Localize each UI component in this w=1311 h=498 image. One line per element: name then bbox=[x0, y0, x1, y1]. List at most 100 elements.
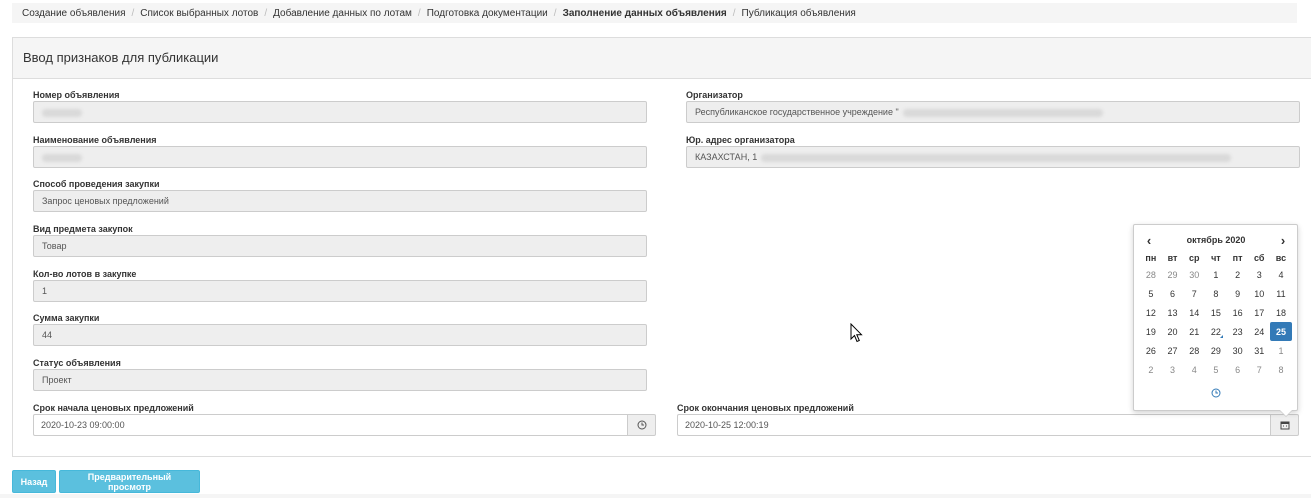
organizer-address-field[interactable]: КАЗАХСТАН, 1 bbox=[686, 146, 1300, 168]
day-cell[interactable]: 1 bbox=[1270, 341, 1292, 360]
day-cell[interactable]: 30 bbox=[1227, 341, 1249, 360]
announcement-name-field[interactable] bbox=[33, 146, 647, 168]
start-date-clock-button[interactable] bbox=[628, 414, 656, 436]
organizer-address-label: Юр. адрес организатора bbox=[686, 135, 795, 145]
breadcrumb-separator: / bbox=[264, 7, 268, 19]
end-date-calendar-button[interactable] bbox=[1271, 414, 1299, 436]
organizer-address-value: КАЗАХСТАН, 1 bbox=[695, 152, 758, 162]
day-cell[interactable]: 25 bbox=[1270, 322, 1292, 341]
datepicker-prev-button[interactable]: ‹ bbox=[1140, 233, 1158, 248]
day-cell[interactable]: 5 bbox=[1205, 360, 1227, 379]
day-cell[interactable]: 2 bbox=[1140, 360, 1162, 379]
datepicker-time-toggle[interactable] bbox=[1134, 388, 1297, 398]
day-cell[interactable]: 14 bbox=[1183, 303, 1205, 322]
day-cell[interactable]: 3 bbox=[1162, 360, 1184, 379]
start-date-group: Срок начала ценовых предложений bbox=[33, 403, 656, 436]
breadcrumb-item-documentation[interactable]: Подготовка документации bbox=[427, 8, 548, 19]
day-cell[interactable]: 7 bbox=[1183, 284, 1205, 303]
day-cell[interactable]: 16 bbox=[1227, 303, 1249, 322]
day-cell[interactable]: 29 bbox=[1162, 265, 1184, 284]
end-date-input[interactable] bbox=[677, 414, 1271, 436]
breadcrumb-item-selected-lots[interactable]: Список выбранных лотов bbox=[140, 8, 258, 19]
breadcrumb-item-create[interactable]: Создание объявления bbox=[22, 8, 126, 19]
back-button[interactable]: Назад bbox=[12, 470, 56, 493]
start-date-label: Срок начала ценовых предложений bbox=[33, 403, 194, 413]
day-cell[interactable]: 7 bbox=[1248, 360, 1270, 379]
organizer-group: Организатор Республиканское государствен… bbox=[686, 90, 1300, 123]
preview-button[interactable]: Предварительный просмотр bbox=[59, 470, 200, 493]
status-label: Статус объявления bbox=[33, 358, 121, 368]
organizer-value: Республиканское государственное учрежден… bbox=[695, 107, 899, 117]
organizer-address-group: Юр. адрес организатора КАЗАХСТАН, 1 bbox=[686, 135, 1300, 168]
day-cell[interactable]: 28 bbox=[1183, 341, 1205, 360]
weekday-label: ср bbox=[1188, 253, 1200, 263]
day-cell[interactable]: 6 bbox=[1162, 284, 1184, 303]
datepicker-next-button[interactable]: › bbox=[1274, 233, 1292, 248]
weekday-label: пт bbox=[1232, 253, 1243, 263]
redacted-value bbox=[42, 108, 82, 117]
day-cell[interactable]: 30 bbox=[1183, 265, 1205, 284]
datepicker-days-grid: пн вт ср чт пт сб вс 28 29 30 1 2 3 4 5 6 7 8 9 10 11… bbox=[1140, 251, 1292, 379]
day-cell[interactable]: 17 bbox=[1248, 303, 1270, 322]
day-cell[interactable]: 20 bbox=[1162, 322, 1184, 341]
day-cell[interactable]: 11 bbox=[1270, 284, 1292, 303]
breadcrumb-separator: / bbox=[417, 7, 421, 19]
status-group: Статус объявления Проект bbox=[33, 358, 647, 391]
weekday-label: чт bbox=[1211, 253, 1221, 263]
day-cell[interactable]: 4 bbox=[1270, 265, 1292, 284]
breadcrumb-separator: / bbox=[131, 7, 135, 19]
datepicker-popup: ‹ октябрь 2020 › пн вт ср чт пт сб вс 28… bbox=[1133, 224, 1298, 417]
day-cell[interactable]: 9 bbox=[1227, 284, 1249, 303]
start-date-input[interactable] bbox=[33, 414, 628, 436]
weekday-label: сб bbox=[1254, 253, 1265, 263]
status-field[interactable]: Проект bbox=[33, 369, 647, 391]
week-row: 5 6 7 8 9 10 11 bbox=[1140, 284, 1292, 303]
lots-count-field[interactable]: 1 bbox=[33, 280, 647, 302]
datepicker-month-label[interactable]: октябрь 2020 bbox=[1187, 235, 1246, 245]
day-cell[interactable]: 2 bbox=[1227, 265, 1249, 284]
redacted-value bbox=[902, 108, 1103, 117]
day-cell[interactable]: 28 bbox=[1140, 265, 1162, 284]
announcement-number-field[interactable] bbox=[33, 101, 647, 123]
day-cell[interactable]: 31 bbox=[1248, 341, 1270, 360]
redacted-value bbox=[761, 153, 1232, 162]
day-cell[interactable]: 22 bbox=[1205, 322, 1227, 341]
day-cell[interactable]: 3 bbox=[1248, 265, 1270, 284]
day-cell[interactable]: 8 bbox=[1205, 284, 1227, 303]
breadcrumb-item-lot-data[interactable]: Добавление данных по лотам bbox=[273, 8, 412, 19]
day-cell[interactable]: 21 bbox=[1183, 322, 1205, 341]
day-cell[interactable]: 27 bbox=[1162, 341, 1184, 360]
redacted-value bbox=[42, 153, 82, 162]
day-cell[interactable]: 12 bbox=[1140, 303, 1162, 322]
lots-count-label: Кол-во лотов в закупке bbox=[33, 269, 137, 279]
breadcrumb-item-fill-data[interactable]: Заполнение данных объявления bbox=[563, 8, 727, 19]
weekday-label: пн bbox=[1145, 253, 1157, 263]
weekday-label: вс bbox=[1275, 253, 1287, 263]
datepicker-header: ‹ октябрь 2020 › bbox=[1140, 233, 1292, 248]
subject-type-field[interactable]: Товар bbox=[33, 235, 647, 257]
day-cell[interactable]: 29 bbox=[1205, 341, 1227, 360]
day-cell[interactable]: 24 bbox=[1248, 322, 1270, 341]
day-cell[interactable]: 23 bbox=[1227, 322, 1249, 341]
amount-field[interactable]: 44 bbox=[33, 324, 647, 346]
organizer-field[interactable]: Республиканское государственное учрежден… bbox=[686, 101, 1300, 123]
mouse-cursor-icon bbox=[850, 323, 863, 343]
day-cell[interactable]: 5 bbox=[1140, 284, 1162, 303]
day-cell[interactable]: 18 bbox=[1270, 303, 1292, 322]
day-cell[interactable]: 15 bbox=[1205, 303, 1227, 322]
day-cell[interactable]: 6 bbox=[1227, 360, 1249, 379]
day-cell[interactable]: 10 bbox=[1248, 284, 1270, 303]
calendar-icon bbox=[1280, 421, 1289, 430]
announcement-number-group: Номер объявления bbox=[33, 90, 647, 123]
day-cell[interactable]: 13 bbox=[1162, 303, 1184, 322]
day-cell[interactable]: 1 bbox=[1205, 265, 1227, 284]
day-cell[interactable]: 19 bbox=[1140, 322, 1162, 341]
day-cell[interactable]: 26 bbox=[1140, 341, 1162, 360]
breadcrumb-item-publication[interactable]: Публикация объявления bbox=[742, 8, 856, 19]
day-cell[interactable]: 8 bbox=[1270, 360, 1292, 379]
week-row: 19 20 21 22 23 24 25 bbox=[1140, 322, 1292, 341]
end-date-input-group bbox=[677, 414, 1299, 436]
announcement-name-group: Наименование объявления bbox=[33, 135, 647, 168]
procurement-method-field[interactable]: Запрос ценовых предложений bbox=[33, 190, 647, 212]
day-cell[interactable]: 4 bbox=[1183, 360, 1205, 379]
